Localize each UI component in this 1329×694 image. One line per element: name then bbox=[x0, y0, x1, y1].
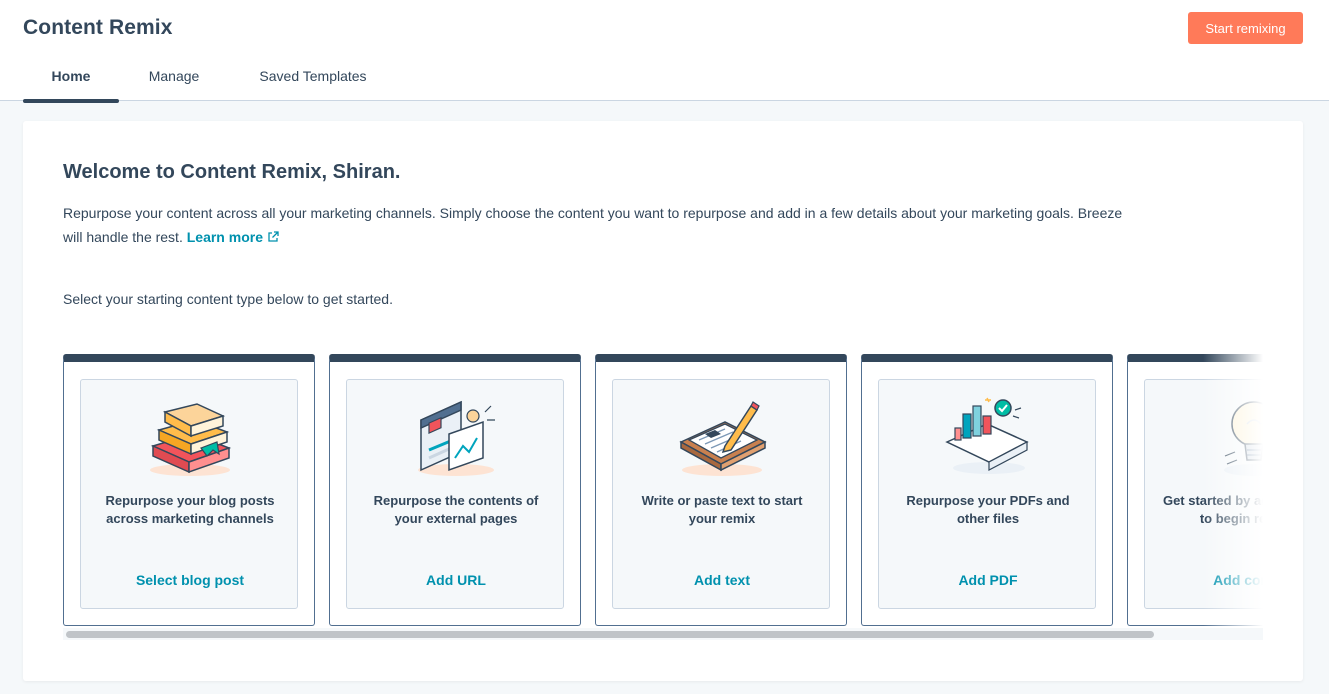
content-card-pdf[interactable]: Repurpose your PDFs and other files Add … bbox=[861, 354, 1113, 626]
learn-more-label: Learn more bbox=[186, 229, 263, 245]
web-pages-icon bbox=[418, 400, 495, 476]
card-description: Repurpose the contents of your external … bbox=[373, 493, 539, 526]
content-card-url[interactable]: Repurpose the contents of your external … bbox=[329, 354, 581, 626]
start-remixing-button[interactable]: Start remixing bbox=[1188, 12, 1303, 44]
card-description: Repurpose your blog posts across marketi… bbox=[105, 493, 275, 526]
welcome-panel: Welcome to Content Remix, Shiran. Repurp… bbox=[23, 121, 1303, 681]
add-content-link[interactable]: Add content bbox=[1145, 572, 1263, 588]
top-header: Content Remix Start remixing Home Manage… bbox=[0, 0, 1329, 103]
content-card-blog[interactable]: Repurpose your blog posts across marketi… bbox=[63, 354, 315, 626]
lightbulb-icon bbox=[1224, 401, 1263, 476]
card-body: Repurpose your PDFs and other files Add … bbox=[878, 379, 1096, 609]
card-description: Write or paste text to start your remix bbox=[641, 493, 803, 526]
learn-more-link[interactable]: Learn more bbox=[187, 229, 279, 245]
card-description: Get started by adding an idea to begin r… bbox=[1162, 493, 1263, 526]
app-title: Content Remix bbox=[23, 16, 173, 39]
add-pdf-link[interactable]: Add PDF bbox=[879, 572, 1097, 588]
card-description: Repurpose your PDFs and other files bbox=[906, 493, 1070, 526]
content-card-text[interactable]: Write or paste text to start your remix … bbox=[595, 354, 847, 626]
content-card-idea[interactable]: Get started by adding an idea to begin r… bbox=[1127, 354, 1263, 626]
tab-home[interactable]: Home bbox=[23, 58, 119, 103]
welcome-description: Repurpose your content across all your m… bbox=[63, 201, 1123, 249]
card-body: Repurpose the contents of your external … bbox=[346, 379, 564, 609]
books-icon bbox=[150, 403, 232, 476]
add-url-link[interactable]: Add URL bbox=[347, 572, 565, 588]
add-text-link[interactable]: Add text bbox=[613, 572, 831, 588]
pdf-chart-icon bbox=[945, 397, 1029, 474]
content-type-carousel: Repurpose your blog posts across marketi… bbox=[63, 354, 1263, 644]
card-body: Write or paste text to start your remix … bbox=[612, 379, 830, 609]
tab-bar: Home Manage Saved Templates bbox=[23, 58, 397, 103]
welcome-heading: Welcome to Content Remix, Shiran. bbox=[63, 161, 401, 183]
tab-manage[interactable]: Manage bbox=[119, 58, 229, 101]
tab-saved-templates[interactable]: Saved Templates bbox=[229, 58, 397, 101]
scrollbar-thumb[interactable] bbox=[66, 631, 1154, 638]
horizontal-scrollbar[interactable] bbox=[63, 628, 1263, 640]
card-body: Repurpose your blog posts across marketi… bbox=[80, 379, 298, 609]
clipboard-pencil-icon bbox=[679, 401, 767, 476]
select-blog-post-link[interactable]: Select blog post bbox=[81, 572, 299, 588]
external-link-icon bbox=[268, 231, 279, 242]
card-body: Get started by adding an idea to begin r… bbox=[1144, 379, 1263, 609]
select-prompt: Select your starting content type below … bbox=[63, 291, 393, 307]
